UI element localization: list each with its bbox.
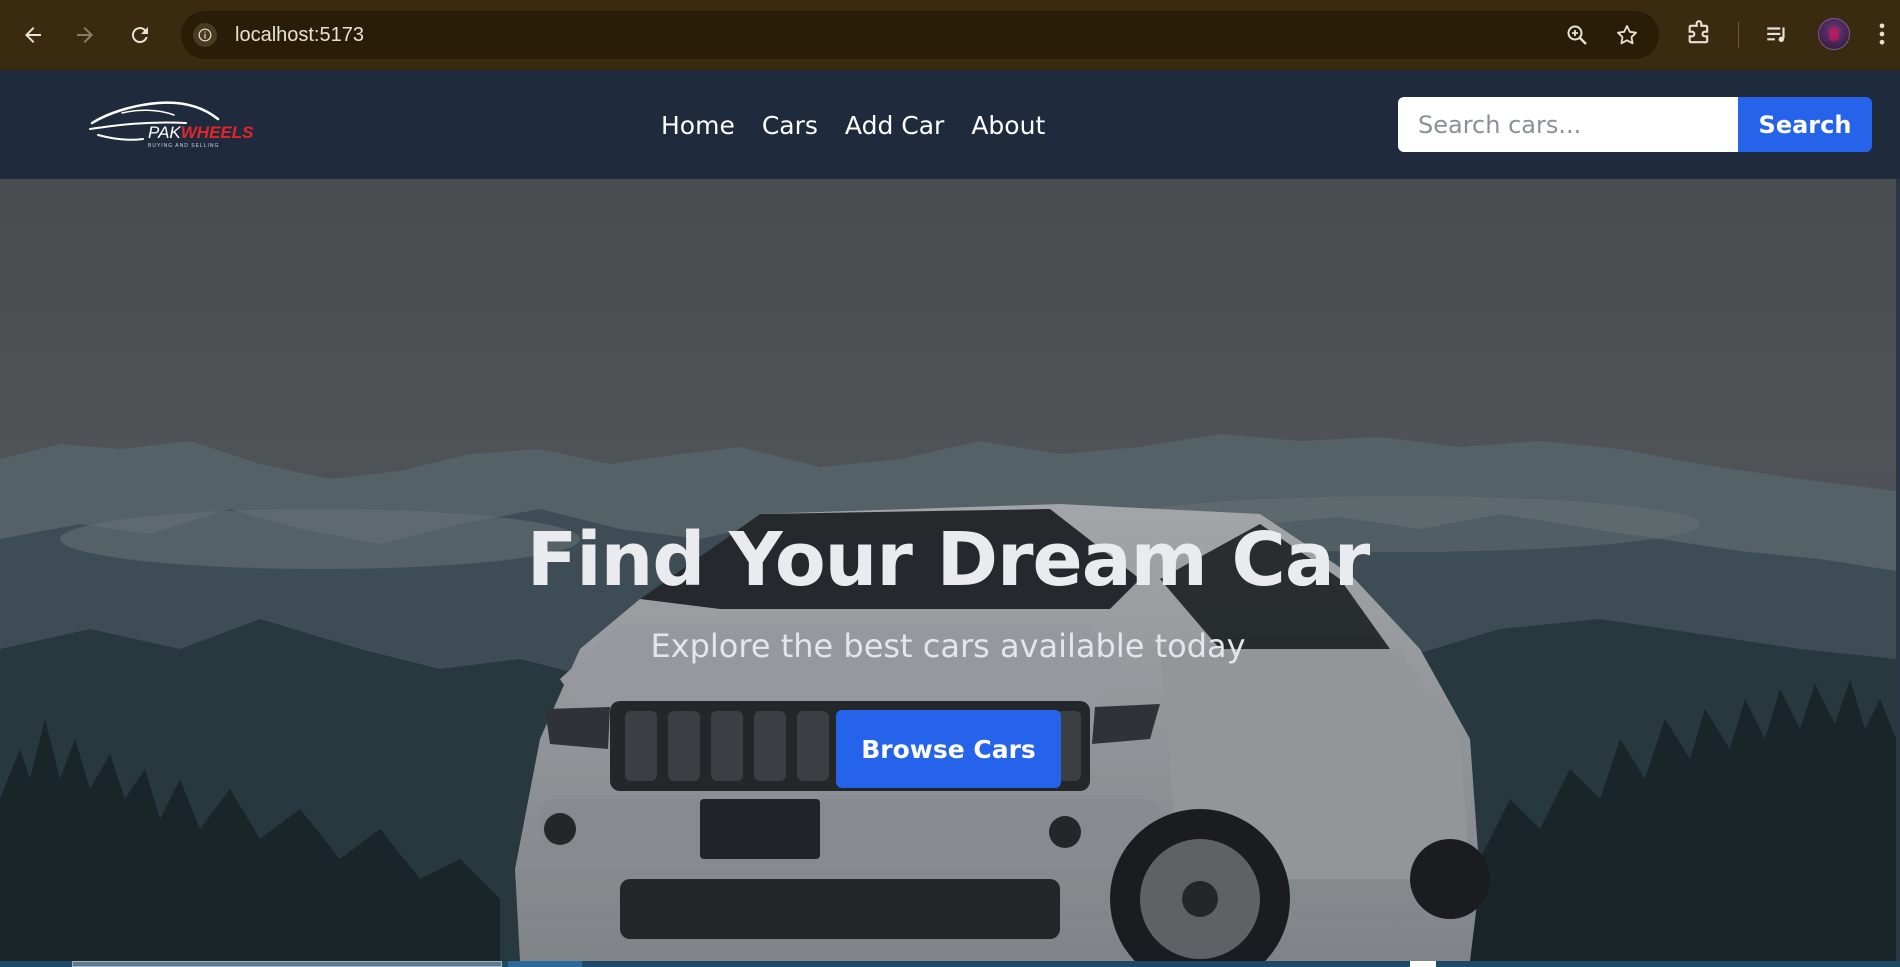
url-text[interactable]: localhost:5173 bbox=[235, 11, 364, 59]
reload-icon[interactable] bbox=[125, 20, 155, 50]
search-input[interactable] bbox=[1398, 97, 1738, 152]
main-nav: Home Cars Add Car About bbox=[661, 104, 1045, 148]
nav-link-cars[interactable]: Cars bbox=[762, 104, 818, 148]
nav-link-add-car[interactable]: Add Car bbox=[845, 104, 944, 148]
logo-wheels: WHEELS bbox=[180, 123, 254, 142]
zoom-icon[interactable] bbox=[1565, 23, 1589, 47]
browse-cars-button[interactable]: Browse Cars bbox=[836, 710, 1061, 788]
hero-section: Find Your Dream Car Explore the best car… bbox=[0, 179, 1896, 961]
browser-toolbar: localhost:5173 bbox=[0, 0, 1900, 70]
bookmark-star-icon[interactable] bbox=[1615, 23, 1639, 47]
taskbar-highlight bbox=[1410, 961, 1436, 967]
more-menu-icon[interactable] bbox=[1876, 20, 1888, 48]
nav-link-home[interactable]: Home bbox=[661, 104, 735, 148]
forward-arrow-icon[interactable] bbox=[70, 20, 100, 50]
logo-wordmark: PAKWHEELS bbox=[148, 123, 254, 143]
taskbar-app-indicator[interactable] bbox=[508, 961, 582, 967]
profile-avatar[interactable] bbox=[1818, 18, 1850, 50]
hero-title: Find Your Dream Car bbox=[526, 517, 1371, 603]
nav-link-about[interactable]: About bbox=[971, 104, 1045, 148]
logo-tagline: BUYING AND SELLING bbox=[148, 143, 220, 149]
search-button[interactable]: Search bbox=[1738, 97, 1872, 152]
taskbar-window-preview[interactable] bbox=[72, 961, 502, 967]
hero-subtitle: Explore the best cars available today bbox=[650, 627, 1246, 665]
media-control-icon[interactable] bbox=[1764, 22, 1790, 48]
address-bar[interactable]: localhost:5173 bbox=[181, 11, 1659, 59]
os-taskbar-edge bbox=[0, 961, 1900, 967]
site-info-icon[interactable] bbox=[193, 23, 217, 47]
toolbar-divider bbox=[1738, 22, 1739, 48]
page-scrollbar[interactable] bbox=[1896, 179, 1900, 961]
extensions-icon[interactable] bbox=[1685, 20, 1713, 48]
pakwheels-logo[interactable]: PAKWHEELS BUYING AND SELLING bbox=[88, 95, 254, 153]
back-arrow-icon[interactable] bbox=[18, 20, 48, 50]
logo-pak: PAK bbox=[148, 123, 181, 142]
